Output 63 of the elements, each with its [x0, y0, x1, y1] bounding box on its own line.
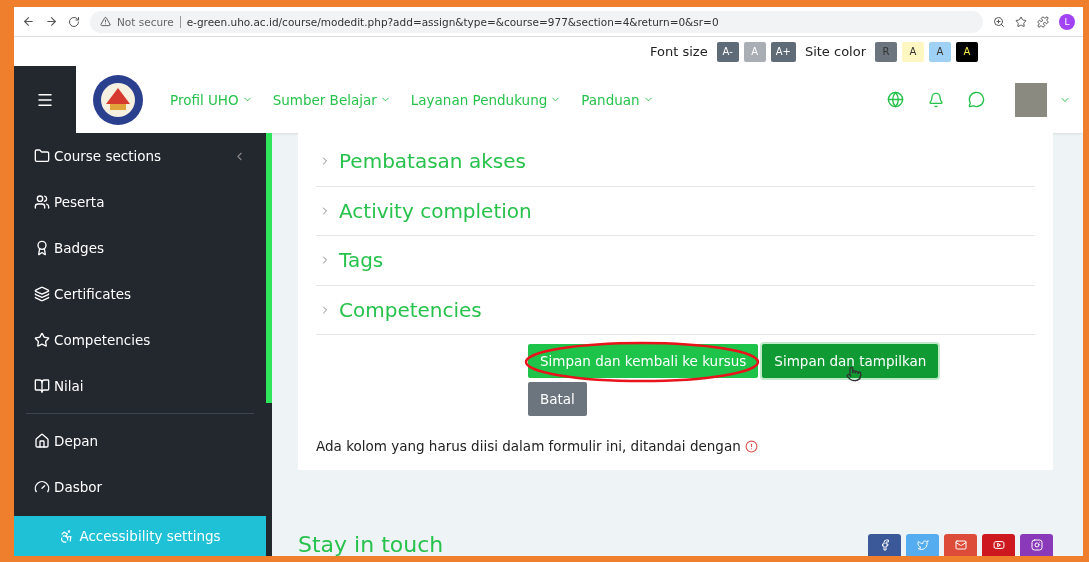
gauge-icon [34, 479, 50, 495]
zoom-icon[interactable] [993, 15, 1005, 28]
font-size-label: Font size [650, 44, 708, 59]
sidebar-item[interactable]: Badges [14, 225, 266, 271]
back-icon[interactable] [22, 15, 35, 28]
users-icon [34, 194, 50, 210]
badge-icon [34, 240, 50, 256]
book-icon [34, 378, 50, 394]
sidebar-item[interactable]: Nilai [14, 363, 266, 409]
sidebar-item[interactable]: Peserta [14, 179, 266, 225]
notification-icon[interactable] [928, 91, 944, 108]
sidebar-item[interactable]: Competencies [14, 317, 266, 363]
nav-menu-link[interactable]: Layanan Pendukung [410, 91, 562, 108]
font-size-button[interactable]: A- [716, 41, 739, 62]
site-color-button[interactable]: A [929, 41, 951, 62]
social-link[interactable] [868, 534, 901, 556]
nav-menu-link[interactable]: Profil UHO [170, 91, 253, 108]
required-fields-note: Ada kolom yang harus diisi dalam formulir ini, ditandai dengan [316, 438, 741, 454]
globe-icon[interactable] [887, 91, 904, 108]
social-icon [954, 539, 967, 551]
site-color-label: Site color [804, 44, 866, 59]
social-link[interactable] [944, 534, 977, 556]
layers-icon [34, 286, 50, 302]
home-icon [34, 433, 50, 449]
nav-menu-link[interactable]: Sumber Belajar [272, 91, 391, 108]
photo-placeholder[interactable] [1015, 82, 1047, 117]
security-label: Not secure [117, 15, 174, 28]
save-button[interactable]: Simpan dan tampilkan [762, 344, 939, 378]
required-icon [744, 439, 758, 453]
social-icon [916, 539, 929, 551]
folder-icon [34, 148, 50, 164]
sidebar-item[interactable]: Certificates [14, 271, 266, 317]
collapsible-section[interactable]: Activity completion [316, 186, 1035, 236]
sidebar-item[interactable]: Course sections [14, 133, 266, 179]
warning-icon [100, 16, 111, 27]
star-icon [34, 332, 50, 348]
collapsible-section[interactable]: Tags [316, 236, 1035, 286]
reload-icon[interactable] [68, 15, 80, 28]
font-size-button[interactable]: A+ [770, 41, 796, 62]
forward-icon[interactable] [45, 15, 58, 28]
menu-button[interactable] [14, 66, 76, 133]
address-bar[interactable]: Not secure e-green.uho.ac.id/course/modedit.php?add=assign&type=&course=977&section=4&return=0&sr=0 [90, 10, 983, 33]
url-text: e-green.uho.ac.id/course/modedit.php?add=assign&type=&course=977&section=4&return=0&sr=0 [186, 15, 719, 28]
university-logo [92, 73, 144, 126]
site-color-button[interactable]: A [956, 41, 978, 62]
collapsible-section[interactable]: Competencies [316, 285, 1035, 335]
profile-avatar[interactable]: L [1059, 13, 1075, 30]
bookmark-star-icon[interactable] [1015, 15, 1027, 28]
collapsible-section[interactable]: Pembatasan akses [316, 137, 1035, 187]
site-color-button[interactable]: A [902, 41, 924, 62]
footer-title: Stay in touch [298, 534, 444, 556]
social-icon [1030, 539, 1043, 551]
social-icon [992, 539, 1005, 551]
sidebar-item[interactable]: Depan [14, 418, 266, 464]
social-link[interactable] [1020, 534, 1053, 556]
cancel-button[interactable]: Batal [528, 382, 587, 416]
message-icon[interactable] [968, 91, 985, 108]
social-link[interactable] [982, 534, 1015, 556]
accessibility-icon [59, 528, 75, 544]
sidebar-item[interactable]: Dasbor [14, 464, 266, 510]
site-color-button[interactable]: R [875, 41, 897, 62]
extensions-icon[interactable] [1037, 15, 1049, 28]
nav-menu-link[interactable]: Panduan [581, 91, 654, 108]
